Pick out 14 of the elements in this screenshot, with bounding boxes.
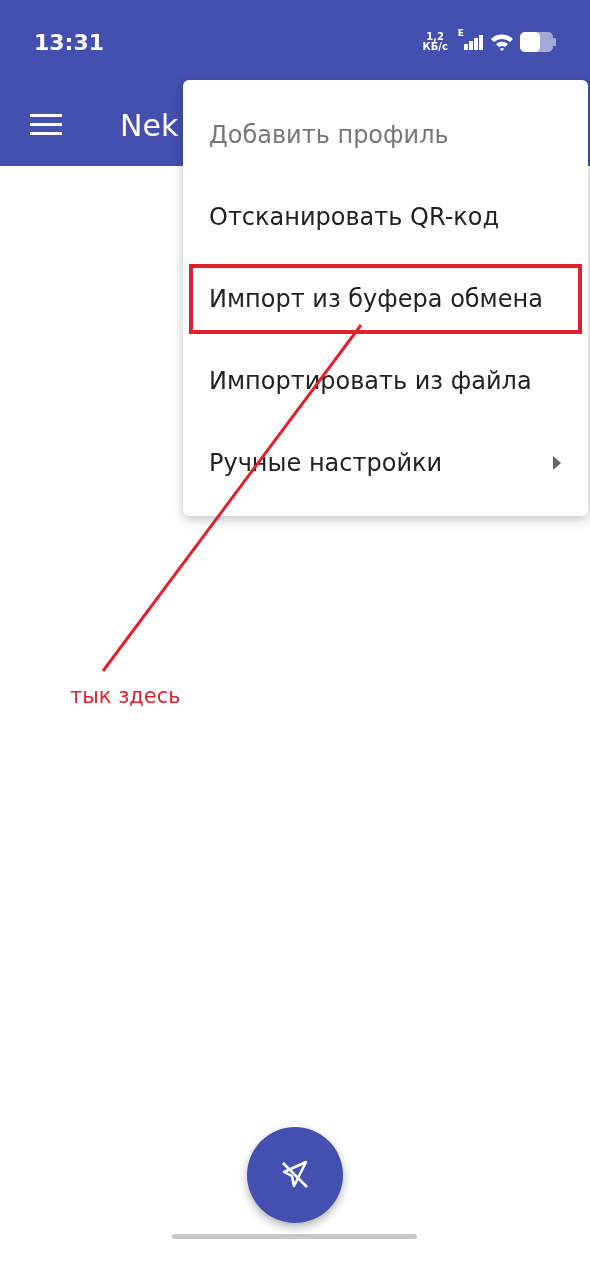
app-title: Nek xyxy=(120,107,179,143)
status-time: 13:31 xyxy=(34,29,106,55)
menu-item[interactable]: Отсканировать QR-код xyxy=(183,176,588,258)
connect-button[interactable] xyxy=(247,1127,343,1223)
menu-header: Добавить профиль xyxy=(208,120,450,151)
caret-icon xyxy=(552,455,562,471)
battery-icon xyxy=(520,32,556,52)
menu-item[interactable]: Импорт из буфера обмена xyxy=(183,258,588,340)
annotation-text: тык здесь xyxy=(70,684,181,708)
signal-icon xyxy=(464,34,484,50)
wifi-icon xyxy=(490,32,514,52)
menu-icon[interactable] xyxy=(30,114,62,136)
network-speed: 1,2 КБ/с xyxy=(422,32,448,52)
network-type: E xyxy=(457,28,464,38)
